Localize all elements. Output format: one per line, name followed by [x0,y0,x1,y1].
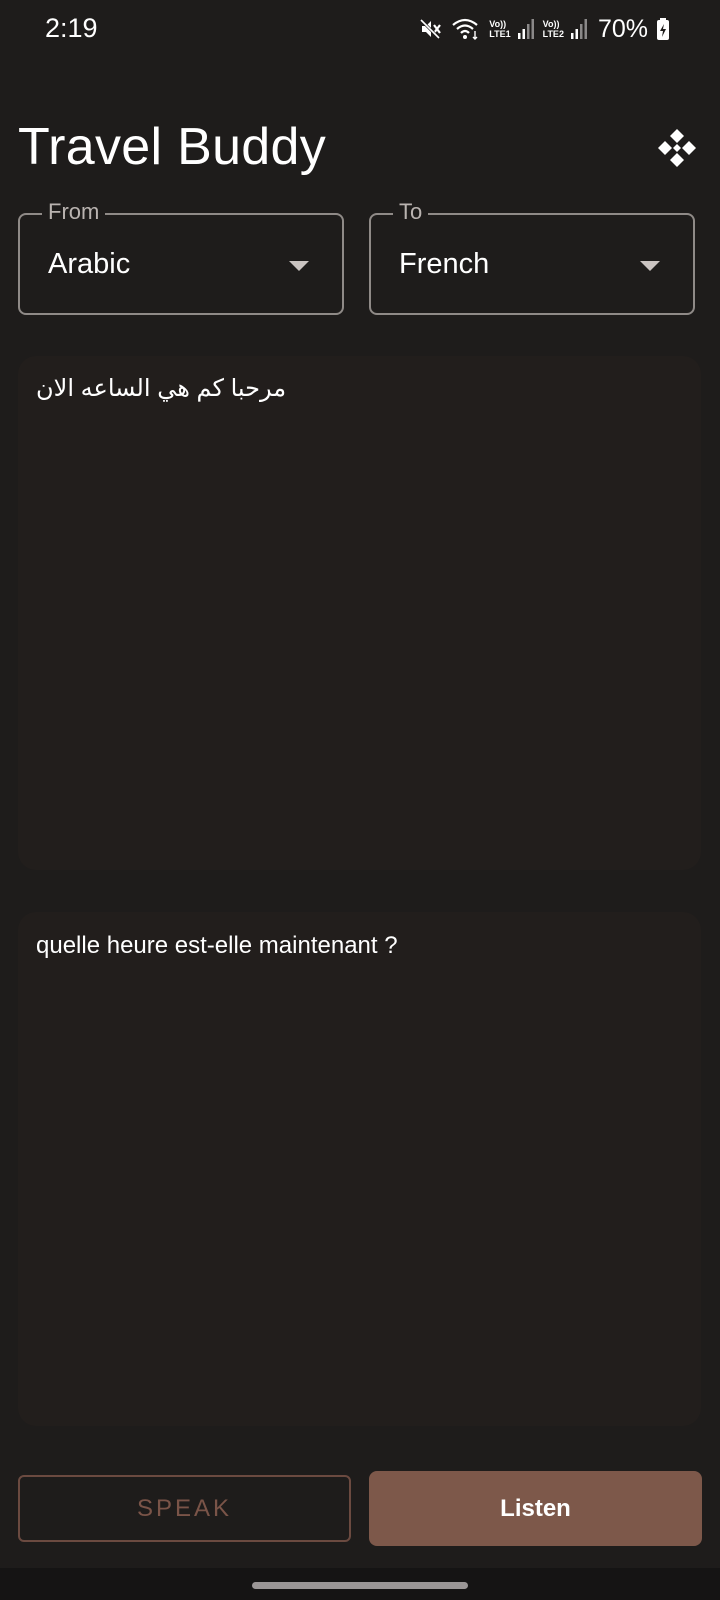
menu-button[interactable] [652,125,702,175]
wifi-icon [451,17,481,41]
home-gesture-handle[interactable] [252,1582,468,1589]
to-language-value: French [399,248,490,280]
source-text-area[interactable]: مرحبا كم هي الساعه الان [18,356,701,870]
status-bar: 2:19 Vo)) LTE1 Vo)) LTE2 70% [0,0,720,60]
status-icons: Vo)) LTE1 Vo)) LTE2 70% [419,14,670,44]
signal-icon [570,18,588,40]
translated-text-area[interactable]: quelle heure est-elle maintenant ? [18,912,701,1426]
status-time: 2:19 [45,13,98,43]
speak-button[interactable]: SPEAK [18,1475,351,1542]
dropdown-arrow-icon [289,261,309,271]
listen-button[interactable]: Listen [369,1471,702,1546]
mute-icon [419,17,443,41]
to-language-dropdown[interactable]: To French [369,199,695,315]
navigation-bar [0,1568,720,1600]
app-title: Travel Buddy [18,118,327,176]
diamond-grid-icon [656,127,698,174]
from-language-value: Arabic [48,248,131,280]
sim1-network-label: Vo)) LTE1 [489,19,511,39]
from-language-dropdown[interactable]: From Arabic [18,199,344,315]
dropdown-arrow-icon [640,261,660,271]
battery-charging-icon [656,17,670,41]
signal-icon [517,18,535,40]
battery-percent: 70% [597,14,648,43]
sim2-network-label: Vo)) LTE2 [542,19,564,39]
to-label: To [393,199,429,225]
translated-text: quelle heure est-elle maintenant ? [36,932,398,959]
from-label: From [42,199,106,225]
source-text: مرحبا كم هي الساعه الان [36,375,287,402]
